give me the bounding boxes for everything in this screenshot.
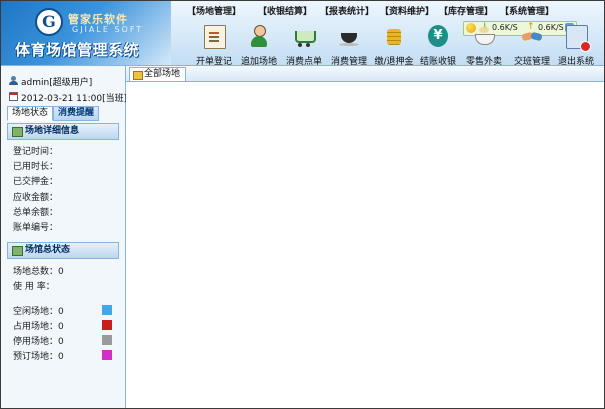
logo-area: G 管家乐软件 GJIALE SOFT 体育场馆管理系统 (1, 1, 171, 65)
legend-disabled-label: 停用场地：0 (13, 337, 64, 347)
overall-status-title: 场馆总状态 (25, 245, 71, 255)
field-used-time: 已用时长： (13, 162, 59, 172)
coffee-cup-icon (339, 25, 359, 47)
menu-venue[interactable]: 【场地管理】 (187, 4, 241, 17)
main-tabbar: 全部场地 (126, 66, 604, 82)
total-venues: 场地总数：0 (13, 267, 64, 277)
venue-detail-title: 场地详细信息 (25, 126, 80, 136)
tab-all-venues-label: 全部场地 (144, 69, 181, 79)
field-bill-no: 账单编号： (13, 223, 59, 233)
company-name-english: GJIALE SOFT (72, 25, 144, 34)
logo-icon: G (35, 8, 63, 36)
retail-button[interactable]: 零售外卖 (461, 24, 507, 67)
tab-all-venues[interactable]: 全部场地 (129, 67, 187, 81)
menu-reports[interactable]: 【报表统计】 (320, 4, 374, 17)
legend-disabled-swatch (102, 335, 112, 345)
handshake-icon (522, 25, 542, 47)
legend-occupied-label: 占用场地：0 (13, 322, 64, 332)
field-amount-due: 应收金额： (13, 193, 59, 203)
header: G 管家乐软件 GJIALE SOFT 体育场馆管理系统 【场地管理】 【收银结… (1, 1, 604, 67)
legend-occupied-swatch (102, 320, 112, 330)
toolbar: 开单登记 追加场地 消费点单 消费管理 缴/退押金 ¥ 结账收银 零售外卖 交班… (191, 24, 601, 67)
menu-cashier[interactable]: 【收银结算】 (258, 4, 312, 17)
legend-reserved-label: 预订场地：0 (13, 352, 64, 362)
field-login-time: 登记时间： (13, 147, 59, 157)
legend-idle-swatch (102, 305, 112, 315)
exit-icon (566, 25, 591, 52)
overall-status-header: 场馆总状态 (7, 242, 119, 259)
calendar-icon (9, 92, 18, 101)
usage-rate: 使 用 率： (13, 282, 55, 292)
field-balance: 总单余额： (13, 208, 59, 218)
info-icon (12, 246, 23, 256)
yen-icon: ¥ (428, 25, 448, 47)
venue-grid-area (126, 82, 604, 408)
exit-button[interactable]: 退出系统 (553, 24, 599, 67)
sidebar-tabs: 场地状态 消费提醒 (7, 106, 123, 121)
legend-reserved-swatch (102, 350, 112, 360)
user-icon (9, 76, 18, 85)
tab-consumption-reminder[interactable]: 消费提醒 (53, 106, 100, 121)
app-window: G 管家乐软件 GJIALE SOFT 体育场馆管理系统 【场地管理】 【收银结… (0, 0, 605, 409)
menu-data[interactable]: 【资料维护】 (380, 4, 434, 17)
bowl-icon (474, 25, 495, 47)
menu-system[interactable]: 【系统管理】 (500, 4, 554, 17)
coins-icon (384, 25, 404, 47)
current-datetime: 2012-03-21 11:00[当班] (9, 91, 127, 104)
cart-icon (294, 25, 316, 47)
current-user-text: admin[超级用户] (21, 78, 93, 88)
current-user: admin[超级用户] (9, 75, 123, 88)
info-icon (12, 127, 23, 137)
app-title: 体育场馆管理系统 (15, 41, 140, 59)
folder-icon (133, 71, 143, 80)
main-panel: 全部场地 (126, 66, 604, 408)
person-icon (249, 25, 269, 47)
document-pen-icon (204, 25, 226, 49)
sidebar: admin[超级用户] 2012-03-21 11:00[当班] 场地状态 消费… (1, 66, 127, 408)
legend-idle-label: 空闲场地：0 (13, 307, 64, 317)
current-datetime-text: 2012-03-21 11:00[当班] (21, 94, 128, 104)
field-deposit: 已交押金： (13, 177, 59, 187)
tab-venue-status[interactable]: 场地状态 (7, 106, 54, 121)
menu-bar: 【场地管理】 【收银结算】 【报表统计】 【资料维护】 【库存管理】 【系统管理… (175, 4, 595, 18)
menu-inventory[interactable]: 【库存管理】 (439, 4, 493, 17)
venue-detail-header: 场地详细信息 (7, 123, 119, 140)
